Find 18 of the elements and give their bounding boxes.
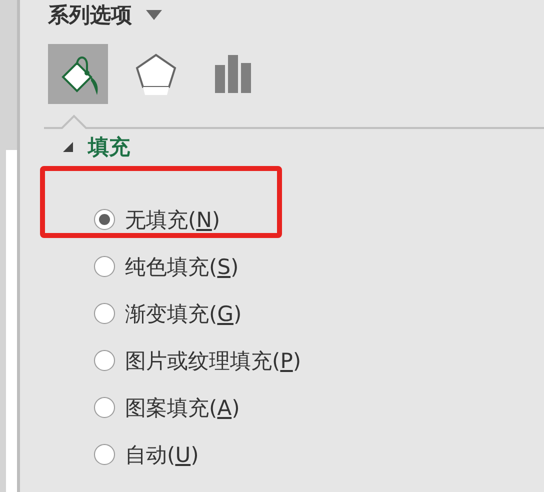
radio-option[interactable]: 纯色填充(S) <box>94 249 544 284</box>
radio-button[interactable] <box>94 256 115 277</box>
radio-button[interactable] <box>94 350 115 371</box>
radio-button[interactable] <box>94 303 115 324</box>
radio-option[interactable]: 图案填充(A) <box>94 390 544 425</box>
tab[interactable] <box>48 44 108 104</box>
section-title[interactable]: 填充 <box>88 133 130 161</box>
radio-button[interactable] <box>94 209 115 230</box>
pane-title: 系列选项 <box>48 2 132 29</box>
pentagon-icon <box>133 51 179 97</box>
expand-triangle-icon[interactable] <box>62 141 74 153</box>
radio-option[interactable]: 渐变填充(G) <box>94 296 544 331</box>
radio-option[interactable]: 自动(U) <box>94 437 544 472</box>
radio-option[interactable]: 图片或纹理填充(P) <box>94 343 544 378</box>
radio-button[interactable] <box>94 397 115 418</box>
radio-option[interactable]: 无填充(N) <box>94 202 544 237</box>
radio-button[interactable] <box>94 444 115 465</box>
caret-icon[interactable] <box>144 8 164 22</box>
